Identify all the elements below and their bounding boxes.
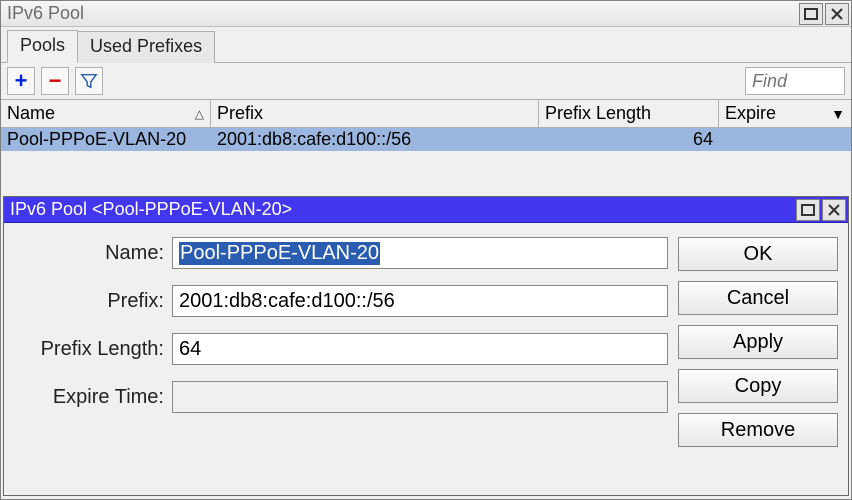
detail-titlebar[interactable]: IPv6 Pool <Pool-PPPoE-VLAN-20>: [4, 197, 848, 223]
close-icon: [831, 8, 843, 20]
sort-asc-icon: △: [195, 107, 204, 121]
dropdown-icon: ▼: [831, 106, 845, 122]
table-header: Name △ Prefix Prefix Length Expire ▼: [1, 99, 851, 128]
pool-detail-window: IPv6 Pool <Pool-PPPoE-VLAN-20> Name: Poo…: [3, 196, 849, 496]
cell-expire: [719, 128, 851, 151]
close-icon: [828, 204, 840, 216]
apply-button[interactable]: Apply: [678, 325, 838, 359]
tab-bar: Pools Used Prefixes: [1, 27, 851, 63]
detail-body: Name: Pool-PPPoE-VLAN-20 Prefix: Prefix …: [4, 223, 848, 461]
column-header-name[interactable]: Name △: [1, 100, 211, 127]
cell-prefix: 2001:db8:cafe:d100::/56: [211, 128, 539, 151]
column-header-prefix-length[interactable]: Prefix Length: [539, 100, 719, 127]
cell-name: Pool-PPPoE-VLAN-20: [1, 128, 211, 151]
column-header-prefix[interactable]: Prefix: [211, 100, 539, 127]
cancel-button[interactable]: Cancel: [678, 281, 838, 315]
name-field-value: Pool-PPPoE-VLAN-20: [179, 242, 380, 265]
add-button[interactable]: +: [7, 67, 35, 95]
detail-close-button[interactable]: [822, 199, 846, 221]
maximize-icon: [804, 8, 818, 20]
filter-icon: [80, 72, 98, 90]
main-maximize-button[interactable]: [799, 3, 823, 25]
detail-form: Name: Pool-PPPoE-VLAN-20 Prefix: Prefix …: [14, 237, 668, 447]
tab-used-prefixes[interactable]: Used Prefixes: [77, 31, 215, 63]
maximize-icon: [801, 204, 815, 216]
prefix-length-field[interactable]: [172, 333, 668, 365]
column-header-expire[interactable]: Expire ▼: [719, 100, 851, 127]
detail-buttons: OK Cancel Apply Copy Remove: [678, 237, 838, 447]
main-titlebar[interactable]: IPv6 Pool: [1, 1, 851, 27]
main-window-title: IPv6 Pool: [7, 3, 799, 24]
ok-button[interactable]: OK: [678, 237, 838, 271]
filter-button[interactable]: [75, 67, 103, 95]
copy-button[interactable]: Copy: [678, 369, 838, 403]
remove-button[interactable]: −: [41, 67, 69, 95]
name-field[interactable]: Pool-PPPoE-VLAN-20: [172, 237, 668, 269]
expire-time-field[interactable]: [172, 381, 668, 413]
find-input[interactable]: [745, 67, 845, 95]
expire-time-label: Expire Time:: [14, 386, 164, 409]
name-label: Name:: [14, 242, 164, 265]
minus-icon: −: [49, 68, 62, 94]
remove-button-detail[interactable]: Remove: [678, 413, 838, 447]
detail-window-title: IPv6 Pool <Pool-PPPoE-VLAN-20>: [10, 199, 796, 220]
tab-pools[interactable]: Pools: [7, 30, 78, 63]
table-row[interactable]: Pool-PPPoE-VLAN-20 2001:db8:cafe:d100::/…: [1, 128, 851, 151]
prefix-label: Prefix:: [14, 290, 164, 313]
detail-maximize-button[interactable]: [796, 199, 820, 221]
main-close-button[interactable]: [825, 3, 849, 25]
prefix-length-label: Prefix Length:: [14, 338, 164, 361]
prefix-field[interactable]: [172, 285, 668, 317]
plus-icon: +: [15, 68, 28, 94]
cell-prefix-length: 64: [539, 128, 719, 151]
toolbar: + −: [1, 63, 851, 99]
